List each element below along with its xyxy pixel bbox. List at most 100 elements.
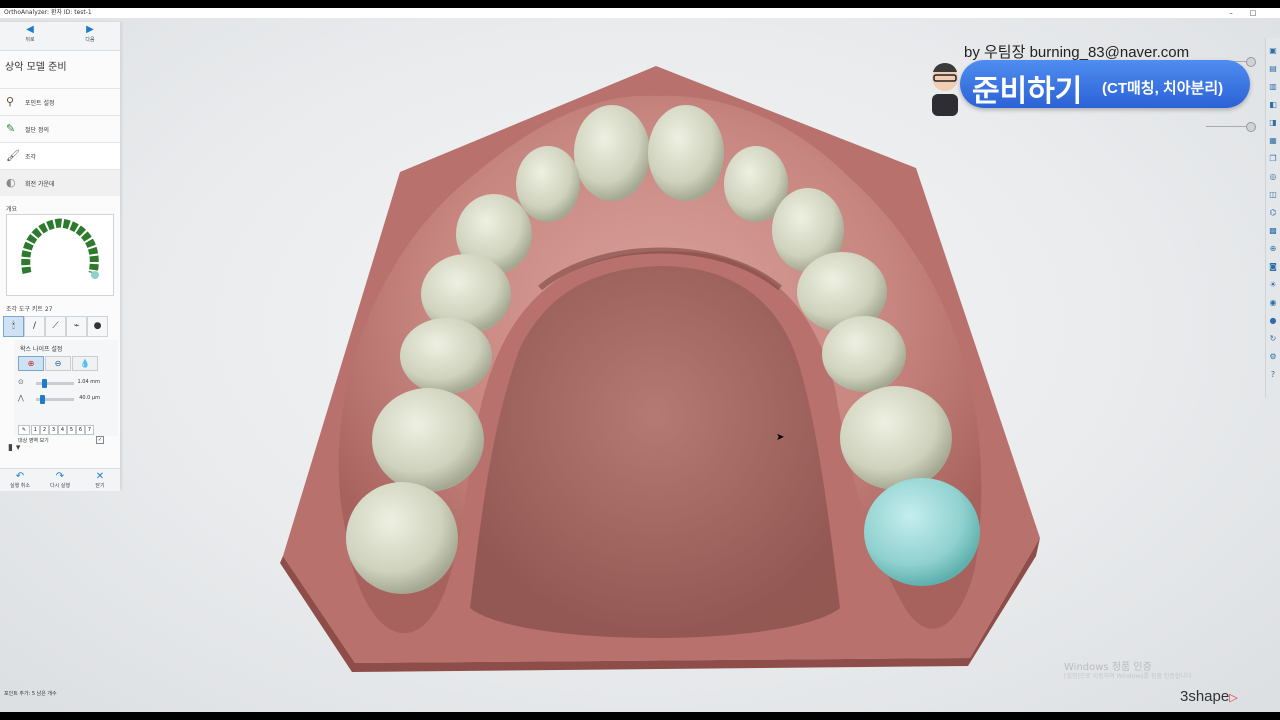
smooth-icon: ⟋: [52, 321, 59, 331]
step-rotation-center[interactable]: ◐ 회전 가운데: [0, 169, 120, 196]
opacity-slider-1-knob[interactable]: [1246, 57, 1256, 67]
level-5[interactable]: 5: [67, 425, 76, 435]
settings-icon[interactable]: ⚙: [1268, 352, 1278, 362]
title-banner: 준비하기 (CT매칭, 치아분리): [960, 60, 1250, 108]
level-1[interactable]: 1: [31, 425, 40, 435]
undo-label: 실행 취소: [10, 483, 30, 489]
smooth-tool[interactable]: ⟋: [45, 316, 66, 337]
view-bottom-icon[interactable]: ▦: [1268, 136, 1278, 146]
view-front-icon[interactable]: ▤: [1268, 64, 1278, 74]
transparency-icon[interactable]: ◎: [1268, 172, 1278, 182]
step-label: 절단 정의: [25, 127, 49, 134]
step-label: 조각: [25, 154, 37, 161]
banner-main-text: 준비하기: [972, 75, 1083, 108]
view-top-icon[interactable]: ▣: [1268, 46, 1278, 56]
redo-button[interactable]: ↷ 다시 실행: [40, 471, 80, 489]
undo-button[interactable]: ↶ 실행 취소: [0, 471, 40, 489]
tooth-incisor-1[interactable]: [574, 105, 650, 201]
view-left-icon[interactable]: ◧: [1268, 100, 1278, 110]
light-icon[interactable]: ☀: [1268, 280, 1278, 290]
drop-wax-button[interactable]: 💧: [72, 356, 98, 371]
back-button[interactable]: ◀ 뒤로: [0, 24, 60, 48]
color-icon[interactable]: ●: [1268, 316, 1278, 326]
tooth-molar-left-2[interactable]: [346, 482, 458, 594]
sphere-tool[interactable]: ●: [87, 316, 108, 337]
triangle-icon: ▷: [1229, 692, 1238, 704]
angle-slider-knob[interactable]: [40, 395, 45, 404]
dental-model-viewport[interactable]: [0, 8, 1280, 712]
step-cut-define[interactable]: ✎ 절단 정의: [0, 115, 120, 142]
remove-wax-button[interactable]: ⊖: [45, 356, 71, 371]
grid-icon[interactable]: ▩: [1268, 226, 1278, 236]
size-slider[interactable]: [36, 379, 74, 388]
plus-circle-icon: ⊕: [27, 359, 35, 368]
screenshot-icon[interactable]: ◙: [1268, 262, 1278, 272]
size-slider-knob[interactable]: [42, 379, 47, 388]
close-label: 닫기: [95, 483, 105, 489]
size-slider-row: ⊙ 1.04 mm: [18, 378, 118, 388]
wax-knife-tool[interactable]: 🕯: [3, 316, 24, 337]
layers-icon[interactable]: ❐: [1268, 154, 1278, 164]
show-target-checkbox[interactable]: ✓: [96, 436, 104, 444]
tooth-molar-right-1[interactable]: [840, 386, 952, 490]
step-label: 포인트 설정: [25, 100, 55, 107]
overview-title: 개요: [6, 206, 18, 213]
close-icon: ✕: [95, 471, 105, 482]
app-window: OrthoAnalyzer: 환자 ID: test-1 – □ ◀ 뒤로 ▶ …: [0, 8, 1280, 712]
nav-row: ◀ 뒤로 ▶ 다음: [0, 22, 120, 51]
tooth-lateral-left[interactable]: [516, 146, 580, 222]
measure-icon[interactable]: ⌬: [1268, 208, 1278, 218]
view-right-icon[interactable]: ◨: [1268, 118, 1278, 128]
banner-sub-text: (CT매칭, 치아분리): [1102, 80, 1224, 97]
brush-tool[interactable]: ⌁: [66, 316, 87, 337]
add-wax-button[interactable]: ⊕: [18, 356, 44, 371]
help-icon[interactable]: ?: [1268, 370, 1278, 380]
undo-icon: ↶: [15, 471, 25, 482]
view-back-icon[interactable]: ▥: [1268, 82, 1278, 92]
tooth-premolar-left-2[interactable]: [400, 318, 492, 394]
title-bar: OrthoAnalyzer: 환자 ID: test-1 – □: [0, 8, 1280, 18]
level-3[interactable]: 3: [49, 425, 58, 435]
tooth-molar-right-2-selected[interactable]: [864, 478, 980, 586]
zoom-icon[interactable]: ⊕: [1268, 244, 1278, 254]
presenter-avatar: [932, 63, 958, 116]
step-point-setup[interactable]: ⚲ 포인트 설정: [0, 88, 120, 115]
logo-text: 3shape: [1180, 688, 1230, 705]
next-button[interactable]: ▶ 다음: [60, 24, 120, 48]
close-button[interactable]: ✕ 닫기: [80, 471, 120, 489]
knife-tool[interactable]: /: [24, 316, 45, 337]
right-toolbar: ▣ ▤ ▥ ◧ ◨ ▦ ❐ ◎ ◫ ⌬ ▩ ⊕ ◙ ☀ ◉ ● ↻ ⚙ ?: [1265, 38, 1280, 398]
angle-slider-row: ⋀ 40.0 μm: [18, 394, 118, 404]
angle-value: 40.0 μm: [79, 395, 100, 401]
level-2[interactable]: 2: [40, 425, 49, 435]
rotate-icon[interactable]: ↻: [1268, 334, 1278, 344]
status-text: 포인트 추가: 5 남은 개수: [4, 691, 57, 697]
level-4[interactable]: 4: [58, 425, 67, 435]
byline-text: by 우팀장 burning_83@naver.com: [964, 44, 1190, 61]
minimize-button[interactable]: –: [1224, 8, 1238, 18]
section-icon[interactable]: ◫: [1268, 190, 1278, 200]
show-target-label: 대상 영역 보기: [18, 438, 49, 444]
brand-logo: 3shape▷: [1180, 688, 1238, 705]
maximize-button[interactable]: □: [1246, 8, 1260, 18]
level-icon: ✎: [18, 425, 30, 435]
blade-icon: /: [32, 321, 37, 331]
angle-icon: ⋀: [18, 394, 24, 402]
minus-circle-icon: ⊖: [54, 359, 62, 368]
brush-selector[interactable]: ▮ ▾: [8, 443, 20, 453]
level-6[interactable]: 6: [76, 425, 85, 435]
step-sculpt[interactable]: 🖌 조각: [0, 142, 120, 169]
tooth-premolar-right-2[interactable]: [822, 316, 906, 392]
camera-icon[interactable]: ◉: [1268, 298, 1278, 308]
points-icon: ⚲: [6, 95, 15, 108]
tooth-molar-left-1[interactable]: [372, 388, 484, 492]
angle-slider[interactable]: [36, 395, 74, 404]
opacity-slider-2-knob[interactable]: [1246, 122, 1256, 132]
level-7[interactable]: 7: [85, 425, 94, 435]
opacity-slider-2[interactable]: [1206, 121, 1256, 133]
tooth-incisor-2[interactable]: [648, 105, 724, 201]
overview-thumbnail[interactable]: [6, 214, 114, 296]
windows-activation-hint: [설정]으로 이동하여 Windows를 정품 인증합니다.: [1064, 673, 1194, 680]
arrow-right-icon: ▶: [86, 24, 94, 35]
step-label: 회전 가운데: [25, 181, 55, 188]
